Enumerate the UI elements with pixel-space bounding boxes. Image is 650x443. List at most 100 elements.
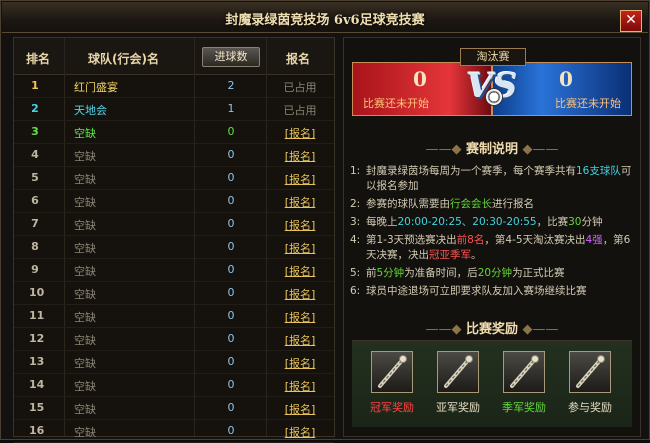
table-row: 11 空缺 0 [报名] — [14, 305, 334, 328]
rule-number: 4: — [350, 234, 361, 246]
rank-number: 15 — [29, 401, 45, 414]
rank-cell: 8 — [14, 240, 56, 254]
team-name: 空缺 — [74, 357, 96, 370]
goals-count: 0 — [227, 378, 235, 391]
register-link[interactable]: [报名] — [270, 194, 330, 210]
rule-item: 2: 参赛的球队需要由行会会长进行报名 — [350, 197, 636, 212]
goals-count: 0 — [227, 309, 235, 322]
register-link[interactable]: [报名] — [270, 217, 330, 233]
goals-count: 0 — [227, 148, 235, 161]
rank-cell: 16 — [14, 424, 56, 438]
header-rank: 排名 — [26, 52, 51, 66]
rules-title: 赛制说明 — [465, 142, 518, 157]
rewards-heading: ——◆ 比赛奖励 ◆—— — [425, 322, 559, 337]
register-link[interactable]: [报名] — [270, 148, 330, 164]
rank-number: 10 — [29, 286, 45, 299]
rule-number: 2: — [350, 198, 361, 210]
team-name: 空缺 — [74, 242, 96, 255]
staff-icon — [437, 351, 479, 393]
goals-count: 2 — [227, 79, 235, 92]
rank-cell: 7 — [14, 217, 56, 231]
team-name: 空缺 — [74, 426, 96, 439]
register-link[interactable]: [报名] — [270, 171, 330, 187]
reward-item[interactable]: 冠军奖励 — [362, 351, 422, 421]
team-name: 空缺 — [74, 288, 96, 301]
team-table: 排名 球队(行会)名 进球数 报名 1 红门盛宴 2 已占用 2 天地会 1 已占用 3 空缺 0 [… — [13, 37, 335, 443]
rule-item: 3: 每晚上20:00-20:25、20:30-20:55，比赛30分钟 — [350, 215, 636, 230]
table-row: 2 天地会 1 已占用 — [14, 98, 334, 121]
football-icon — [485, 88, 503, 106]
register-link[interactable]: [报名] — [270, 309, 330, 325]
rank-cell: 3 — [14, 125, 56, 139]
home-status: 比赛还未开始 — [363, 97, 429, 110]
table-body: 1 红门盛宴 2 已占用 2 天地会 1 已占用 3 空缺 0 [报名] 4 空缺 0 [报名] 5 空缺 0 [报名… — [14, 75, 334, 443]
register-link[interactable]: [报名] — [270, 424, 330, 440]
rule-text: ，第4-5天淘汰赛决出 — [484, 234, 586, 246]
rank-cell: 11 — [14, 309, 56, 323]
rank-number: 1 — [31, 79, 39, 92]
staff-icon — [371, 351, 413, 393]
team-name: 空缺 — [74, 127, 96, 140]
rank-cell: 6 — [14, 194, 56, 208]
close-icon[interactable]: ✕ — [620, 10, 642, 32]
rule-highlight: 行会会长 — [450, 198, 492, 210]
rank-cell: 5 — [14, 171, 56, 185]
away-score: 0 — [559, 67, 573, 91]
table-row: 1 红门盛宴 2 已占用 — [14, 75, 334, 98]
reward-item[interactable]: 参与奖励 — [560, 351, 620, 421]
reward-item[interactable]: 亚军奖励 — [428, 351, 488, 421]
reward-item[interactable]: 季军奖励 — [494, 351, 554, 421]
goals-count: 0 — [227, 401, 235, 414]
rank-number: 6 — [31, 194, 39, 207]
rank-cell: 15 — [14, 401, 56, 415]
rank-number: 4 — [31, 148, 39, 161]
header-team: 球队(行会)名 — [88, 52, 159, 66]
rule-number: 6: — [350, 285, 361, 297]
rule-item: 6: 球员中途退场可立即要求队友加入赛场继续比赛 — [350, 284, 636, 299]
goals-count: 0 — [227, 355, 235, 368]
register-link[interactable]: [报名] — [270, 332, 330, 348]
rule-highlight: 冠亚季军 — [429, 249, 471, 261]
team-name: 空缺 — [74, 196, 96, 209]
rule-highlight: 4强 — [585, 234, 603, 246]
reward-label: 季军奖励 — [502, 401, 546, 414]
register-link[interactable]: [报名] — [270, 125, 330, 141]
table-row: 10 空缺 0 [报名] — [14, 282, 334, 305]
team-name: 空缺 — [74, 334, 96, 347]
rule-text: 封魔录绿茵场每周为一个赛季，每个赛季共有 — [366, 165, 576, 177]
table-row: 15 空缺 0 [报名] — [14, 397, 334, 420]
match-scoreboard: 0 比赛还未开始 0 比赛还未开始 VS 淘汰赛 — [352, 48, 632, 128]
game-window: 封魔录绿茵竞技场 6v6足球竞技赛 ✕ 排名 球队(行会)名 进球数 报名 1 红… — [0, 0, 650, 443]
stage-label: 淘汰赛 — [460, 48, 526, 66]
rule-highlight: 16支球队 — [576, 165, 621, 177]
rule-number: 1: — [350, 165, 361, 177]
rule-highlight: 20:00-20:25、20:30-20:55 — [397, 216, 537, 228]
rule-text: 球员中途退场可立即要求队友加入赛场继续比赛 — [366, 285, 587, 297]
team-name: 空缺 — [74, 380, 96, 393]
goals-count: 0 — [227, 217, 235, 230]
goals-sort-button[interactable]: 进球数 — [202, 47, 260, 67]
team-name: 空缺 — [74, 219, 96, 232]
rank-number: 2 — [31, 102, 39, 115]
rule-text: 参赛的球队需要由 — [366, 198, 450, 210]
reward-label: 冠军奖励 — [370, 401, 414, 414]
table-row: 6 空缺 0 [报名] — [14, 190, 334, 213]
rank-number: 12 — [29, 332, 45, 345]
team-name: 空缺 — [74, 403, 96, 416]
register-link[interactable]: [报名] — [270, 286, 330, 302]
team-name: 红门盛宴 — [74, 81, 118, 94]
rank-number: 13 — [29, 355, 45, 368]
register-link[interactable]: [报名] — [270, 401, 330, 417]
rank-number: 14 — [29, 378, 45, 391]
register-link[interactable]: [报名] — [270, 378, 330, 394]
register-link[interactable]: [报名] — [270, 263, 330, 279]
window-title: 封魔录绿茵竞技场 6v6足球竞技赛 — [225, 13, 425, 28]
register-link[interactable]: [报名] — [270, 240, 330, 256]
rank-number: 5 — [31, 171, 39, 184]
table-row: 7 空缺 0 [报名] — [14, 213, 334, 236]
rule-item: 1: 封魔录绿茵场每周为一个赛季，每个赛季共有16支球队可以报名参加 — [350, 164, 636, 194]
rule-text: 每晚上 — [366, 216, 398, 228]
goals-count: 0 — [227, 240, 235, 253]
staff-icon — [569, 351, 611, 393]
register-link[interactable]: [报名] — [270, 355, 330, 371]
